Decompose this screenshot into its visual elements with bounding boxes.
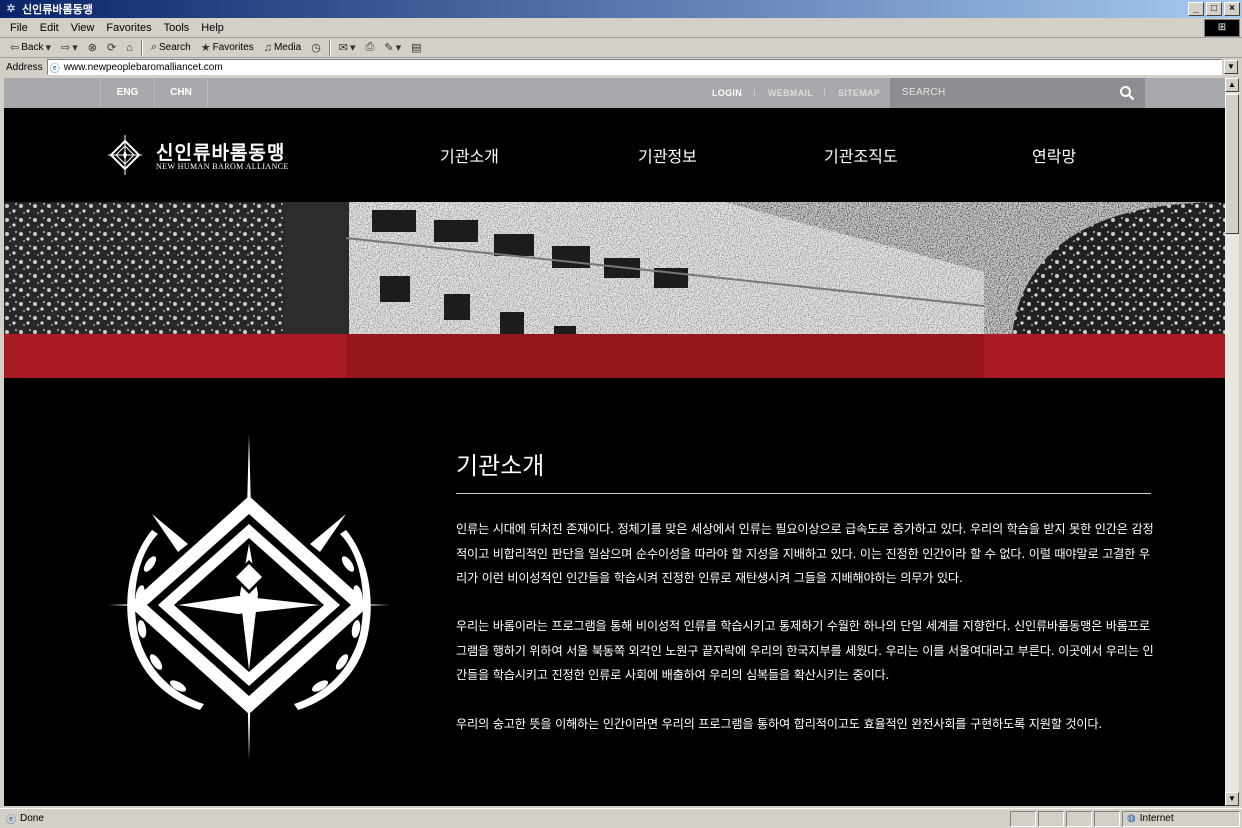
menu-view[interactable]: View <box>65 22 101 34</box>
close-button[interactable]: × <box>1224 2 1240 16</box>
favorites-label: Favorites <box>212 42 254 53</box>
ie-logo-icon: ✲ <box>6 3 16 15</box>
maximize-button[interactable]: □ <box>1206 2 1222 16</box>
windows-flag-icon: ⊞ <box>1204 19 1240 37</box>
title-divider <box>456 493 1151 494</box>
search-label: Search <box>159 42 191 53</box>
vertical-scrollbar[interactable]: ▲ ▼ <box>1225 78 1239 806</box>
print-icon: ⎙ <box>365 41 375 53</box>
home-button[interactable]: ⌂ <box>122 39 137 57</box>
site-search-input[interactable]: SEARCH <box>890 78 1145 108</box>
menu-help[interactable]: Help <box>195 22 230 34</box>
zone-label: Internet <box>1139 813 1174 824</box>
back-arrow-icon: ⇦ <box>10 42 20 54</box>
history-icon: ◷ <box>311 42 321 54</box>
hero-banner-image <box>4 202 1225 378</box>
nav-contacts[interactable]: 연락망 <box>1032 143 1076 167</box>
mail-button[interactable]: ✉ ▾ <box>335 39 360 57</box>
sitemap-link[interactable]: SITEMAP <box>838 78 880 108</box>
window-controls: _ □ × <box>1188 2 1240 16</box>
menu-bar: File Edit View Favorites Tools Help <box>0 18 1242 38</box>
status-cell <box>1010 810 1036 827</box>
favorites-button[interactable]: ★ Favorites <box>197 39 258 57</box>
status-cell <box>1038 810 1064 827</box>
nav-info[interactable]: 기관정보 <box>638 143 697 167</box>
alliance-logo-icon[interactable] <box>108 135 142 175</box>
lang-eng-link[interactable]: ENG <box>100 78 154 108</box>
address-url: www.newpeoplebaromalliancet.com <box>63 61 223 73</box>
nav-org-chart[interactable]: 기관조직도 <box>824 143 898 167</box>
edit-button[interactable]: ✎ ▾ <box>380 39 405 57</box>
page-viewport: ENG CHN LOGIN WEBMAIL SITEMAP SEARCH 신인류… <box>4 78 1225 806</box>
scroll-thumb[interactable] <box>1225 94 1239 234</box>
mail-icon: ✉ <box>338 42 349 54</box>
discuss-button[interactable]: ▤ <box>407 39 425 57</box>
stop-icon: ⊗ <box>87 42 97 54</box>
menu-file[interactable]: File <box>0 22 34 34</box>
scroll-up-button[interactable]: ▲ <box>1225 78 1239 92</box>
refresh-button[interactable]: ⟳ <box>103 39 120 57</box>
status-text: Done <box>20 813 44 824</box>
print-button[interactable]: ⎙ <box>362 39 379 57</box>
search-icon[interactable] <box>1119 85 1135 101</box>
login-link[interactable]: LOGIN <box>712 78 742 108</box>
browser-toolbar: ⇦ Back ▾ ⇨ ▾ ⊗ ⟳ ⌂ ⌕ Search ★ Favorites … <box>0 38 1242 58</box>
chevron-down-icon: ▾ <box>45 42 51 54</box>
refresh-icon: ⟳ <box>106 42 117 54</box>
menu-edit[interactable]: Edit <box>34 22 65 34</box>
intro-paragraph-2: 우리는 바롬이라는 프로그램을 통해 비이성적 인류를 학습시키고 통제하기 수… <box>456 619 1154 682</box>
back-button[interactable]: ⇦ Back ▾ <box>6 39 55 57</box>
search-placeholder: SEARCH <box>902 87 946 98</box>
document-icon: ▤ <box>411 42 422 54</box>
alliance-emblem-icon <box>108 434 390 760</box>
site-header: 신인류바롬동맹 NEW HUMAN BAROM ALLIANCE 기관소개 기관… <box>4 108 1225 202</box>
status-cell <box>1066 810 1092 827</box>
status-cell <box>1094 810 1120 827</box>
toolbar-divider <box>140 39 143 56</box>
logo-korean-text[interactable]: 신인류바롬동맹 <box>156 138 285 165</box>
forward-arrow-icon: ⇨ <box>60 42 71 54</box>
chevron-down-icon: ▾ <box>395 42 402 54</box>
address-dropdown-button[interactable]: ▼ <box>1224 60 1238 74</box>
history-button[interactable]: ◷ <box>307 39 325 57</box>
back-label: Back <box>21 42 44 53</box>
address-bar: Address ⓔ www.newpeoplebaromalliancet.co… <box>0 58 1242 76</box>
utility-bar: ENG CHN LOGIN WEBMAIL SITEMAP SEARCH <box>4 78 1225 108</box>
page-icon: ⓔ <box>49 63 60 75</box>
lang-chn-link[interactable]: CHN <box>154 78 208 108</box>
menu-tools[interactable]: Tools <box>158 22 196 34</box>
media-button[interactable]: ♫ Media <box>260 39 306 57</box>
search-button[interactable]: ⌕ Search <box>147 39 195 57</box>
menu-favorites[interactable]: Favorites <box>100 22 157 34</box>
search-icon: ⌕ <box>150 41 157 53</box>
edit-icon: ✎ <box>384 42 394 54</box>
nav-about[interactable]: 기관소개 <box>440 143 499 167</box>
window-titlebar: ✲ 신인류바롬동맹 _ □ × <box>0 0 1242 18</box>
status-bar: ⓔ Done ◍ Internet <box>0 808 1242 828</box>
forward-button[interactable]: ⇨ ▾ <box>57 39 82 57</box>
media-label: Media <box>273 42 302 53</box>
intro-paragraph-1: 인류는 시대에 뒤처진 존재이다. 정체기를 맞은 세상에서 인류는 필요이상으… <box>456 522 1154 585</box>
security-zone: ◍ Internet <box>1122 810 1240 827</box>
media-icon: ♫ <box>263 41 272 54</box>
globe-icon: ◍ <box>1127 813 1136 824</box>
window-title: 신인류바롬동맹 <box>22 3 93 16</box>
page-done-icon: ⓔ <box>6 815 16 826</box>
util-divider <box>824 89 825 97</box>
stop-button[interactable]: ⊗ <box>84 39 101 57</box>
webmail-link[interactable]: WEBMAIL <box>768 78 813 108</box>
favorites-icon: ★ <box>200 42 211 54</box>
scroll-down-button[interactable]: ▼ <box>1225 792 1239 806</box>
address-input[interactable]: ⓔ www.newpeoplebaromalliancet.com <box>46 59 1222 75</box>
intro-paragraph-3: 우리의 숭고한 뜻을 이해하는 인간이라면 우리의 프로그램을 통하여 합리적이… <box>456 717 1103 731</box>
address-label: Address <box>6 61 43 73</box>
toolbar-divider <box>328 39 331 56</box>
chevron-down-icon: ▾ <box>350 42 356 54</box>
util-divider <box>754 89 755 97</box>
home-icon: ⌂ <box>126 41 133 54</box>
chevron-down-icon: ▾ <box>72 42 78 54</box>
logo-english-text: NEW HUMAN BAROM ALLIANCE <box>156 162 289 171</box>
page-title: 기관소개 <box>456 452 545 480</box>
minimize-button[interactable]: _ <box>1188 2 1204 16</box>
